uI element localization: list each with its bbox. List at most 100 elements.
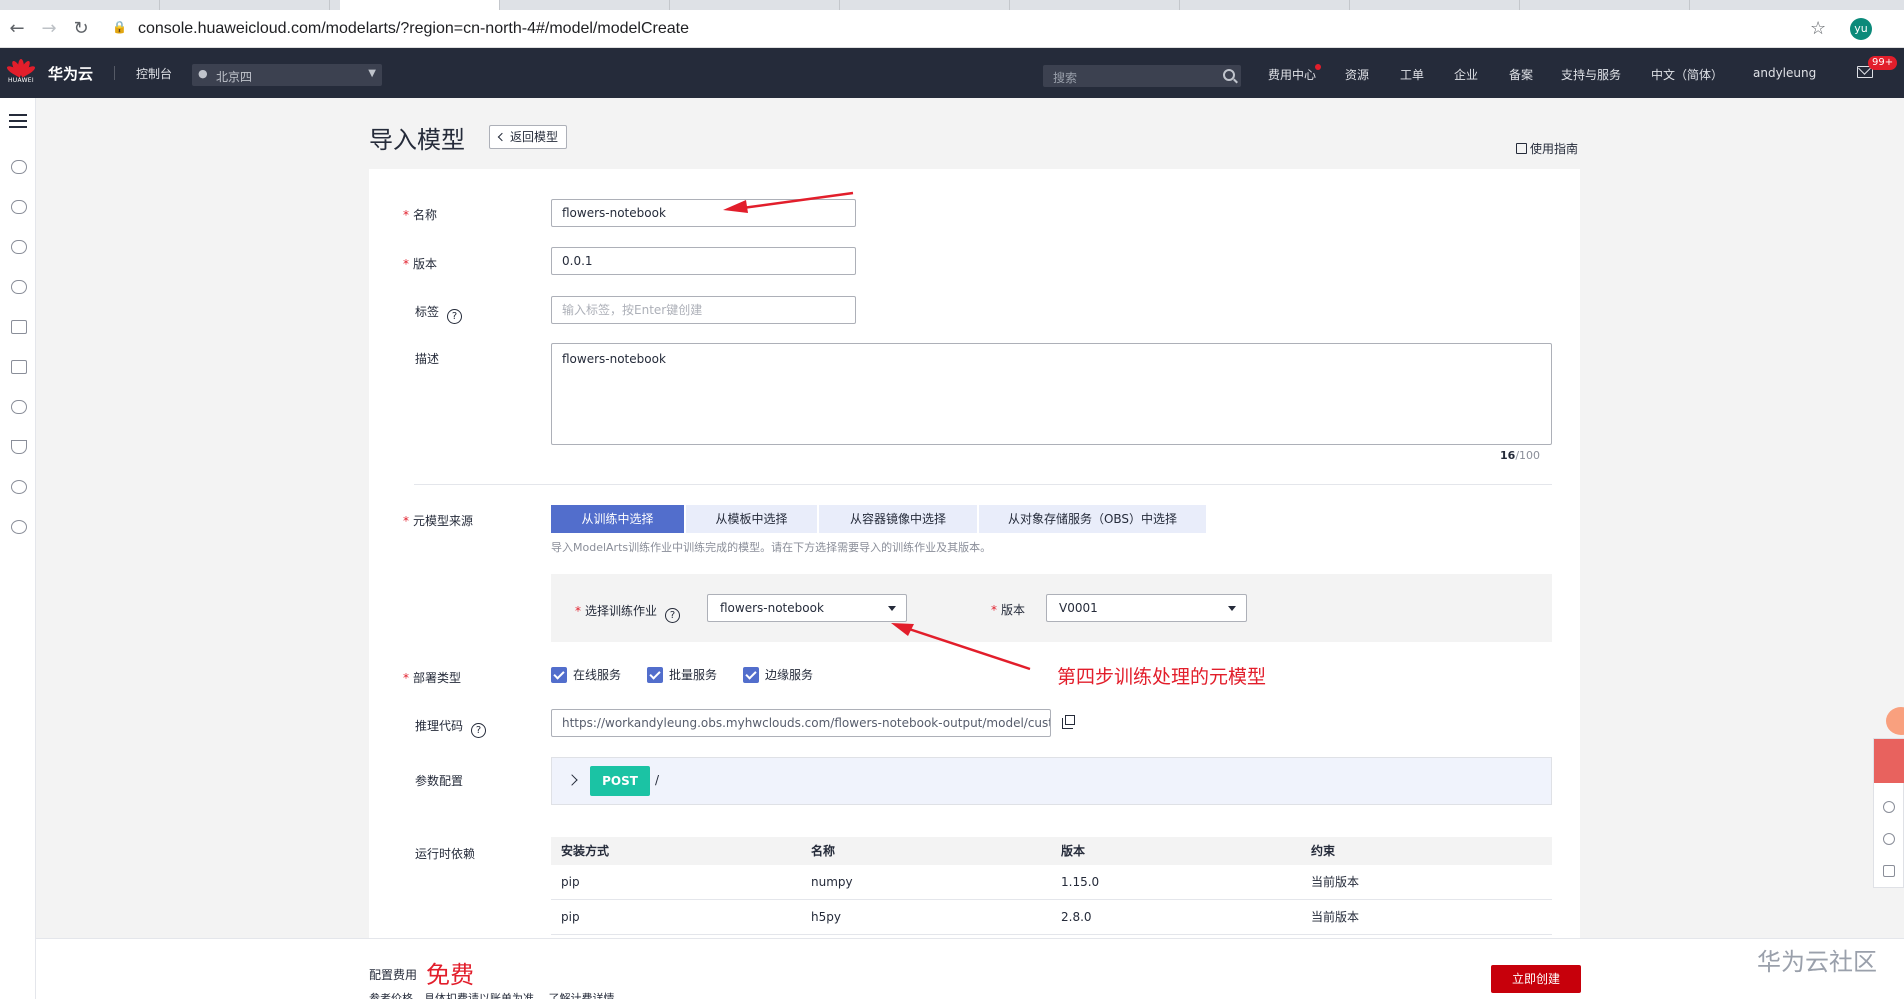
browser-tab-active[interactable] bbox=[340, 0, 500, 10]
annotation-text: 第四步训练处理的元模型 bbox=[1057, 666, 1267, 688]
table-cell: pip bbox=[561, 875, 580, 889]
table-cell: pip bbox=[561, 910, 580, 924]
description-textarea[interactable]: flowers-notebook bbox=[551, 343, 1552, 445]
create-now-button[interactable]: 立即创建 bbox=[1491, 965, 1581, 993]
nav-billing[interactable]: 费用中心 bbox=[1268, 64, 1322, 83]
table-cell: h5py bbox=[811, 910, 841, 924]
tag-input[interactable]: 输入标签，按Enter键创建 bbox=[551, 296, 856, 324]
copy-icon[interactable] bbox=[1062, 715, 1075, 729]
inference-code-input[interactable]: https://workandyleung.obs.myhwclouds.com… bbox=[551, 709, 1051, 737]
back-to-models-button[interactable]: 返回模型 bbox=[489, 125, 568, 149]
storage-service-icon[interactable] bbox=[11, 280, 27, 294]
tab-from-container-image[interactable]: 从容器镜像中选择 bbox=[819, 505, 977, 533]
checkbox-checked-icon bbox=[743, 667, 759, 683]
column-header: 约束 bbox=[1311, 844, 1336, 858]
table-cell: 2.8.0 bbox=[1061, 910, 1092, 924]
browser-tab[interactable] bbox=[680, 0, 840, 10]
browser-tab[interactable] bbox=[850, 0, 1010, 10]
search-icon[interactable] bbox=[1223, 69, 1235, 81]
browser-tab[interactable] bbox=[510, 0, 670, 10]
browser-tab[interactable] bbox=[170, 0, 330, 10]
description-char-counter: 16/100 bbox=[1500, 449, 1541, 462]
column-header: 安装方式 bbox=[561, 844, 610, 858]
reload-icon[interactable]: ↻ bbox=[70, 18, 92, 40]
profile-avatar[interactable]: yu bbox=[1850, 18, 1872, 40]
tab-from-template[interactable]: 从模板中选择 bbox=[686, 505, 817, 533]
table-cell: 当前版本 bbox=[1311, 910, 1360, 924]
edit-guide-icon bbox=[1516, 143, 1527, 154]
help-icon[interactable]: ? bbox=[471, 723, 487, 738]
brand-name[interactable]: 华为云 bbox=[48, 63, 93, 84]
global-search-input[interactable]: 搜索 bbox=[1043, 65, 1241, 87]
feedback-icon[interactable] bbox=[1874, 739, 1904, 783]
ip-icon[interactable] bbox=[11, 520, 27, 534]
user-guide-link[interactable]: 使用指南 bbox=[1516, 140, 1578, 157]
back-arrow-icon[interactable]: ← bbox=[6, 18, 28, 40]
job-version-select[interactable]: V0001 bbox=[1046, 594, 1247, 622]
url-field[interactable]: 🔒 console.huaweicloud.com/modelarts/?reg… bbox=[106, 16, 1846, 42]
bookmark-star-icon[interactable]: ☆ bbox=[1810, 18, 1826, 39]
checkbox-checked-icon bbox=[551, 667, 567, 683]
table-row: pip numpy 1.15.0 当前版本 bbox=[551, 865, 1552, 900]
nav-username[interactable]: andyleung bbox=[1753, 66, 1816, 80]
floating-toolbar bbox=[1873, 738, 1904, 888]
version-label: * 版本 bbox=[403, 257, 438, 271]
browser-tab[interactable] bbox=[1020, 0, 1180, 10]
nav-support[interactable]: 支持与服务 bbox=[1561, 66, 1621, 83]
document-service-icon[interactable] bbox=[11, 360, 27, 374]
database-service-icon[interactable] bbox=[11, 320, 27, 334]
network-service-icon[interactable] bbox=[11, 240, 27, 254]
training-job-label: * 选择训练作业? bbox=[575, 602, 681, 623]
cloud-upload-icon[interactable] bbox=[11, 400, 27, 414]
notification-dot bbox=[1315, 64, 1322, 70]
checkbox-edge-service[interactable]: 边缘服务 bbox=[743, 667, 813, 683]
console-link[interactable]: 控制台 bbox=[136, 65, 172, 82]
deploy-type-label: * 部署类型 bbox=[403, 671, 462, 685]
column-header: 版本 bbox=[1061, 844, 1086, 858]
region-label: 北京四 bbox=[216, 70, 253, 84]
job-version-value: V0001 bbox=[1059, 601, 1098, 615]
runtime-deps-label: 运行时依赖 bbox=[415, 847, 476, 861]
smile-icon[interactable] bbox=[1883, 801, 1895, 813]
nav-enterprise[interactable]: 企业 bbox=[1454, 66, 1478, 83]
inference-code-label: 推理代码? bbox=[415, 717, 487, 738]
nav-resources[interactable]: 资源 bbox=[1345, 66, 1369, 83]
huawei-logo-icon bbox=[5, 57, 37, 78]
browser-tab[interactable] bbox=[0, 0, 160, 10]
checkbox-batch-service[interactable]: 批量服务 bbox=[647, 667, 717, 683]
nav-filing[interactable]: 备案 bbox=[1509, 66, 1533, 83]
nav-language[interactable]: 中文（简体） bbox=[1651, 66, 1723, 83]
location-pin-icon: ● bbox=[198, 67, 208, 80]
name-input[interactable]: flowers-notebook bbox=[551, 199, 856, 227]
training-job-select[interactable]: flowers-notebook bbox=[707, 594, 907, 622]
help-icon[interactable]: ? bbox=[665, 608, 681, 623]
checkbox-online-service[interactable]: 在线服务 bbox=[551, 667, 621, 683]
params-config-label: 参数配置 bbox=[415, 774, 464, 788]
globe-icon[interactable] bbox=[11, 480, 27, 494]
browser-tab[interactable] bbox=[1190, 0, 1350, 10]
chevron-right-icon[interactable] bbox=[566, 774, 578, 786]
region-selector[interactable]: ● 北京四 ▼ bbox=[192, 64, 382, 86]
tab-from-obs[interactable]: 从对象存储服务（OBS）中选择 bbox=[979, 505, 1206, 533]
watermark: 华为云社区 bbox=[1757, 948, 1877, 976]
forward-arrow-icon[interactable]: → bbox=[38, 18, 60, 40]
version-input[interactable]: 0.0.1 bbox=[551, 247, 856, 275]
description-label: 描述 bbox=[415, 352, 440, 366]
cloud-service-icon[interactable] bbox=[11, 160, 27, 174]
nav-tickets[interactable]: 工单 bbox=[1400, 66, 1424, 83]
assistant-bubble-icon[interactable] bbox=[1886, 707, 1904, 735]
huawei-logo[interactable]: HUAWEI bbox=[5, 57, 37, 89]
job-version-label: * 版本 bbox=[991, 603, 1026, 617]
hamburger-menu-icon[interactable] bbox=[9, 114, 27, 128]
edit-icon[interactable] bbox=[1883, 865, 1895, 877]
help-icon[interactable]: ? bbox=[447, 309, 463, 324]
search-placeholder: 搜索 bbox=[1053, 71, 1078, 85]
tab-from-training[interactable]: 从训练中选择 bbox=[551, 505, 684, 533]
ai-service-icon[interactable] bbox=[11, 440, 27, 454]
browser-tab[interactable] bbox=[1530, 0, 1690, 10]
model-source-label: * 元模型来源 bbox=[403, 514, 474, 528]
compute-service-icon[interactable] bbox=[11, 200, 27, 214]
question-icon[interactable] bbox=[1883, 833, 1895, 845]
runtime-deps-table: 安装方式 名称 版本 约束 pip numpy 1.15.0 当前版本 pip … bbox=[551, 837, 1552, 935]
browser-tab[interactable] bbox=[1360, 0, 1520, 10]
